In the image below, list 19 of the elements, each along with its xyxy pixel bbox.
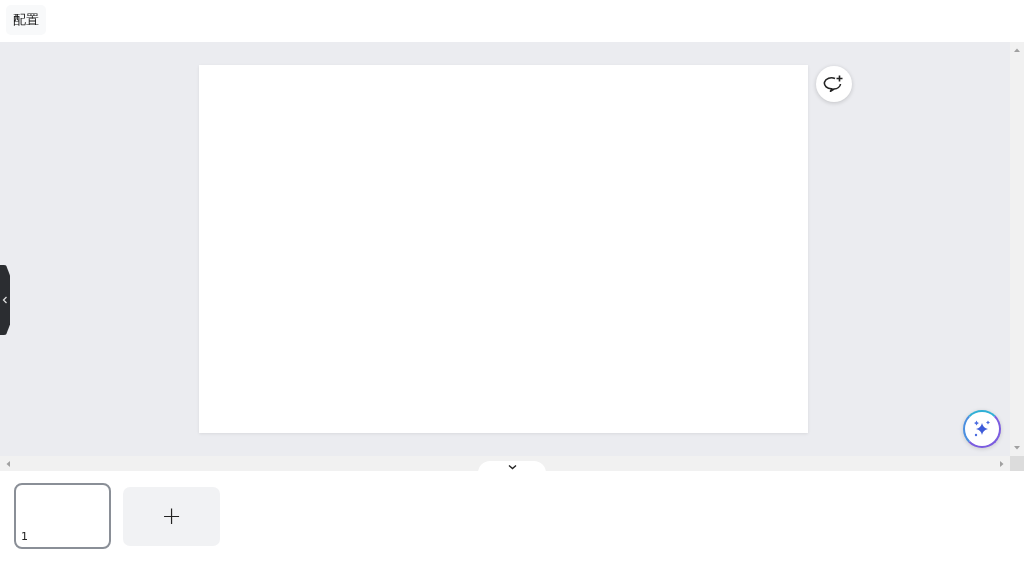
horizontal-scrollbar[interactable]: [0, 456, 1010, 471]
arrange-button[interactable]: 配置: [6, 5, 46, 35]
add-page-button[interactable]: +: [123, 486, 220, 546]
design-page[interactable]: [199, 65, 808, 433]
side-panel-handle[interactable]: [0, 265, 10, 335]
scroll-down-icon: [1013, 445, 1021, 451]
page-number: 1: [21, 530, 28, 543]
chevron-down-icon: [507, 464, 517, 470]
scroll-right-icon: [999, 459, 1005, 468]
chevron-left-icon: [2, 296, 8, 304]
scrollbar-corner: [1010, 456, 1024, 471]
add-comment-button[interactable]: [816, 66, 852, 102]
comment-plus-icon: [823, 73, 845, 95]
scroll-left-icon: [5, 459, 11, 468]
scroll-up-icon: [1013, 47, 1021, 53]
collapse-panel-tab[interactable]: [478, 461, 546, 473]
magic-assistant-button[interactable]: [963, 410, 1001, 448]
vertical-scrollbar[interactable]: [1010, 42, 1024, 456]
page-thumbnail[interactable]: 1: [14, 483, 111, 549]
